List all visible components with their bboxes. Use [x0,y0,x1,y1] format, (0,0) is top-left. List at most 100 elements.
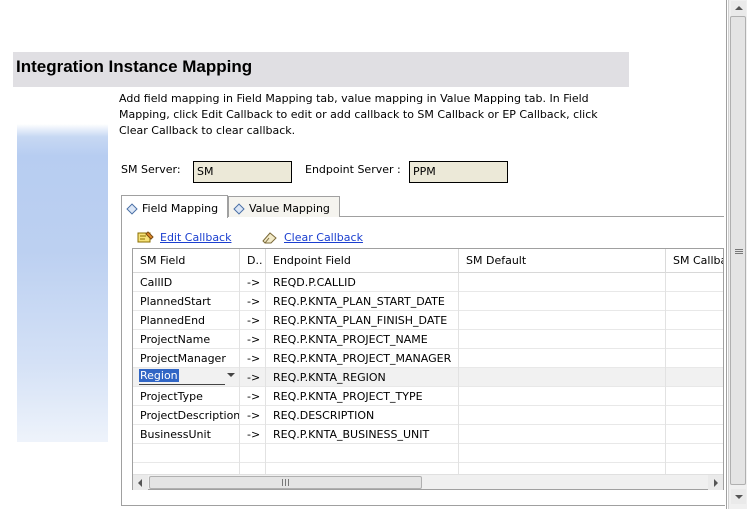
cell-sm-field[interactable]: BusinessUnit [133,425,240,444]
scroll-left-button[interactable] [133,475,148,490]
table-row[interactable]: ProjectName -> REQ.P.KNTA_PROJECT_NAME [133,330,723,349]
cell-endpoint-field[interactable]: REQD.P.CALLID [266,273,459,292]
cell-direction[interactable]: -> [240,349,266,368]
arrow-right-icon [714,478,718,487]
cell-sm-callback[interactable] [666,425,723,444]
cell-sm-callback[interactable] [666,349,723,368]
cell-endpoint-field[interactable]: REQ.P.KNTA_PROJECT_TYPE [266,387,459,406]
cell-sm-default[interactable] [459,292,666,311]
column-header-sm-callback[interactable]: SM Callba [666,249,723,273]
cell-sm-default[interactable] [459,330,666,349]
cell-sm-field[interactable]: ProjectName [133,330,240,349]
tab-strip-divider [340,216,724,217]
cell-sm-callback[interactable] [666,368,723,387]
arrow-up-icon [734,6,743,10]
table-row[interactable]: ProjectManager -> REQ.P.KNTA_PROJECT_MANAG… [133,349,723,368]
diamond-icon [126,202,138,215]
cell-sm-callback[interactable] [666,292,723,311]
table-row[interactable]: CallID -> REQD.P.CALLID [133,273,723,292]
sm-field-combo-input[interactable]: Region [139,369,225,385]
cell-direction[interactable]: -> [240,387,266,406]
instructions-text: Add field mapping in Field Mapping tab, … [119,92,598,137]
cell-sm-field[interactable]: ProjectType [133,387,240,406]
cell-endpoint-field[interactable]: REQ.P.KNTA_PROJECT_MANAGER [266,349,459,368]
cell-sm-default[interactable] [459,406,666,425]
cell-sm-field[interactable]: PlannedEnd [133,311,240,330]
tab-field-mapping[interactable]: Field Mapping [121,195,228,218]
edit-callback-icon [137,231,154,243]
cell-sm-default[interactable] [459,387,666,406]
dropdown-arrow-icon[interactable] [227,373,235,377]
cell-direction[interactable]: -> [240,273,266,292]
tab-label: Field Mapping [142,202,219,215]
tab-value-mapping[interactable]: Value Mapping [228,196,340,217]
cell-sm-callback[interactable] [666,387,723,406]
cell-endpoint-field[interactable]: REQ.DESCRIPTION [266,406,459,425]
empty-cell [666,444,723,463]
diamond-icon [233,202,245,215]
cell-endpoint-field[interactable]: REQ.P.KNTA_REGION [266,368,459,387]
column-header-sm-default[interactable]: SM Default [459,249,666,273]
page-title-bar: Integration Instance Mapping [13,52,629,87]
column-header-direction[interactable]: D.. [240,249,266,273]
empty-cell [133,444,240,463]
table-row[interactable]: PlannedEnd -> REQ.P.KNTA_PLAN_FINISH_DATE [133,311,723,330]
cell-endpoint-field[interactable]: REQ.P.KNTA_BUSINESS_UNIT [266,425,459,444]
cell-sm-default[interactable] [459,368,666,387]
panel-border-bottom [121,505,725,506]
selected-text: Region [139,369,179,382]
edit-callback-link[interactable]: Edit Callback [137,230,231,244]
cell-direction[interactable]: -> [240,311,266,330]
scroll-up-button[interactable] [731,1,746,16]
clear-callback-link[interactable]: Clear Callback [261,230,363,244]
horizontal-scroll-thumb[interactable] [149,476,422,489]
cell-sm-callback[interactable] [666,330,723,349]
cell-endpoint-field[interactable]: REQ.P.KNTA_PLAN_FINISH_DATE [266,311,459,330]
cell-sm-default[interactable] [459,273,666,292]
cell-direction[interactable]: -> [240,406,266,425]
table-row[interactable]: ProjectType -> REQ.P.KNTA_PROJECT_TYPE [133,387,723,406]
endpoint-server-field: PPM [409,161,508,183]
cell-sm-callback[interactable] [666,311,723,330]
column-header-endpoint-field[interactable]: Endpoint Field [266,249,459,273]
page-title: Integration Instance Mapping [16,57,253,76]
cell-sm-callback[interactable] [666,406,723,425]
cell-direction[interactable]: -> [240,425,266,444]
table-row[interactable]: BusinessUnit -> REQ.P.KNTA_BUSINESS_UNIT [133,425,723,444]
empty-cell [266,444,459,463]
cell-sm-field[interactable]: CallID [133,273,240,292]
cell-sm-field[interactable]: ProjectManager [133,349,240,368]
cell-sm-default[interactable] [459,349,666,368]
cell-endpoint-field[interactable]: REQ.P.KNTA_PROJECT_NAME [266,330,459,349]
vertical-scrollbar[interactable] [728,0,747,509]
scroll-right-button[interactable] [708,475,723,490]
cell-endpoint-field[interactable]: REQ.P.KNTA_PLAN_START_DATE [266,292,459,311]
table-row[interactable]: PlannedStart -> REQ.P.KNTA_PLAN_START_DATE [133,292,723,311]
cell-sm-field[interactable]: ProjectDescription [133,406,240,425]
scroll-down-button[interactable] [731,489,746,504]
arrow-down-icon [734,495,743,499]
field-mapping-table: SM Field D.. Endpoint Field SM Default S… [132,248,724,490]
decorative-gradient-panel [17,124,108,442]
panel-border-left [121,216,122,506]
tab-label: Value Mapping [249,202,330,215]
table-header: SM Field D.. Endpoint Field SM Default S… [133,249,723,273]
cell-sm-default[interactable] [459,311,666,330]
sm-server-label: SM Server: [121,163,181,176]
table-row[interactable]: Region -> REQ.P.KNTA_REGION [133,368,723,387]
cell-direction[interactable]: -> [240,330,266,349]
cell-direction[interactable]: -> [240,292,266,311]
sm-field-combo-editor[interactable]: Region [139,369,239,385]
empty-table-row [133,444,723,463]
cell-sm-field[interactable]: Region [133,368,240,387]
vertical-scroll-thumb[interactable] [730,16,746,485]
cell-direction[interactable]: -> [240,368,266,387]
eraser-icon [262,232,277,244]
table-row[interactable]: ProjectDescription -> REQ.DESCRIPTION [133,406,723,425]
cell-sm-callback[interactable] [666,273,723,292]
column-header-sm-field[interactable]: SM Field [133,249,240,273]
cell-sm-field[interactable]: PlannedStart [133,292,240,311]
horizontal-scrollbar[interactable] [133,474,723,490]
cell-sm-default[interactable] [459,425,666,444]
arrow-left-icon [138,478,142,487]
